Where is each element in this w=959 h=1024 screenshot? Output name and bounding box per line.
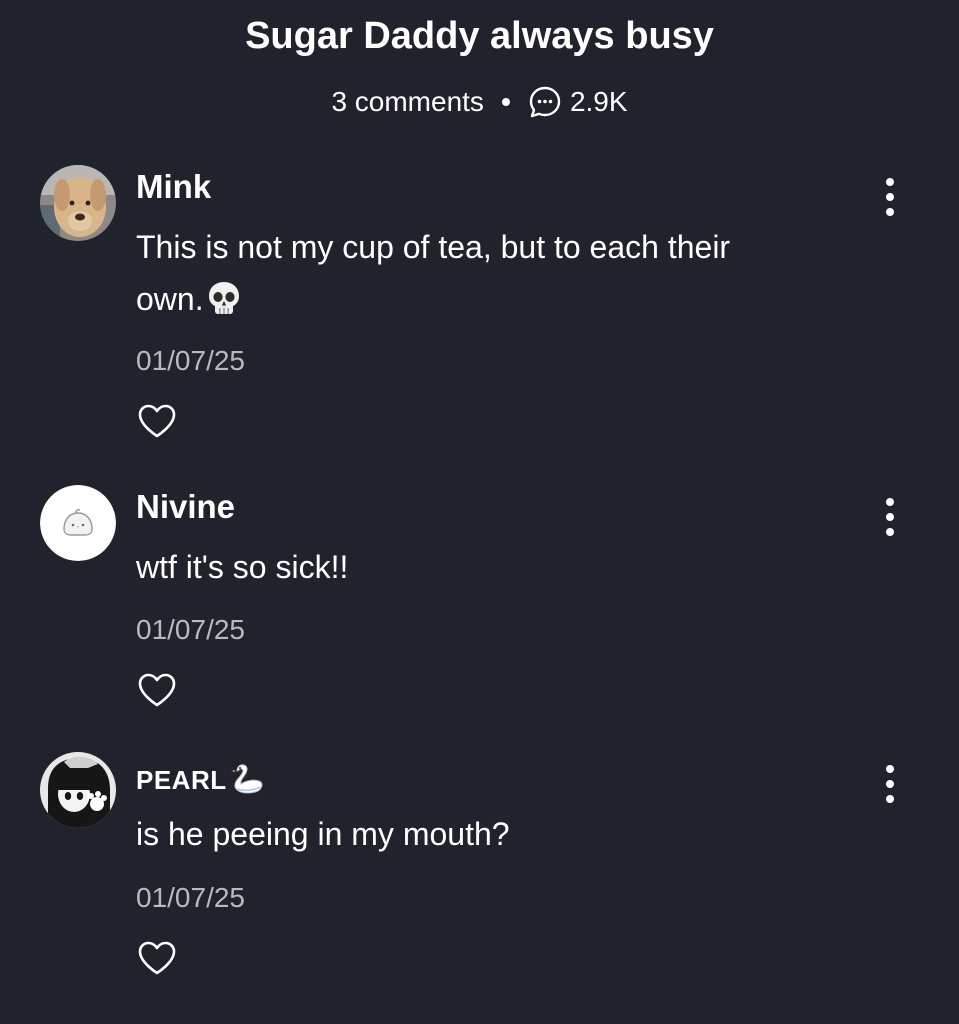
comment-username[interactable]: Nivine (136, 487, 235, 527)
avatar[interactable] (40, 165, 116, 241)
view-count: 2.9K (569, 86, 628, 117)
comment-text: This is not my cup of tea, but to each t… (136, 221, 796, 331)
swan-emoji-icon (229, 761, 265, 808)
comment-username[interactable]: Mink (136, 167, 211, 207)
chat-bubble-icon (528, 85, 562, 119)
comments-count: 3 comments (331, 86, 484, 117)
comment-text: wtf it's so sick!! (136, 549, 349, 585)
separator-dot (501, 98, 510, 106)
comment-username[interactable]: PEARL (136, 760, 265, 808)
post-title: Sugar Daddy always busy (245, 15, 714, 57)
heart-icon[interactable] (137, 672, 177, 708)
comment-item: Nivine wtf it's so sick!! 01/07/25 (0, 485, 959, 715)
more-options-icon[interactable] (876, 764, 904, 804)
comment-date: 01/07/25 (136, 882, 245, 913)
comment-date: 01/07/25 (136, 614, 245, 645)
comment-date: 01/07/25 (136, 345, 245, 376)
username-text: PEARL (136, 765, 227, 795)
more-options-icon[interactable] (876, 177, 904, 217)
more-options-icon[interactable] (876, 497, 904, 537)
comment-item: PEARL is he peeing in my mouth? 01/07/25 (0, 752, 959, 982)
comment-item: Mink This is not my cup of tea, but to e… (0, 165, 959, 445)
heart-icon[interactable] (137, 403, 177, 439)
skull-emoji-icon (206, 279, 242, 331)
avatar[interactable] (40, 752, 116, 828)
post-meta: 3 comments 2.9K (0, 82, 959, 122)
avatar[interactable] (40, 485, 116, 561)
heart-icon[interactable] (137, 940, 177, 976)
comment-text: is he peeing in my mouth? (136, 816, 510, 852)
